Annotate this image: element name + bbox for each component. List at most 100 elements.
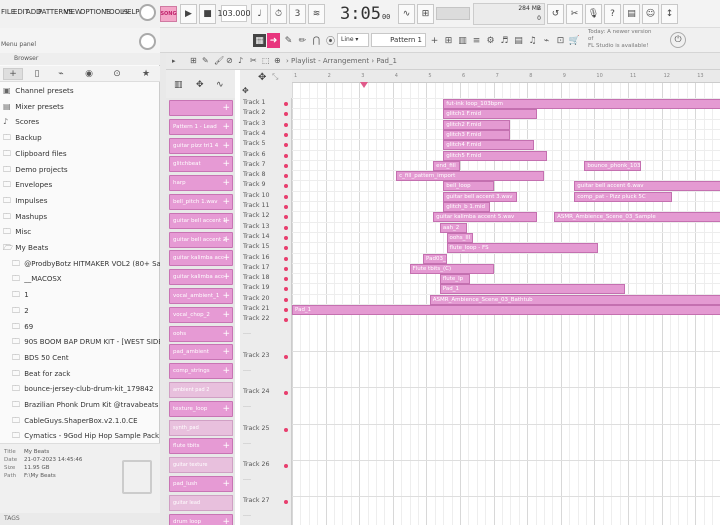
new-folder-icon[interactable]	[122, 460, 152, 494]
playlist-clip[interactable]: ASMR_Ambience_Scene_03_Bathtub	[429, 294, 720, 305]
delete-tool-icon[interactable]: ⊘	[226, 56, 233, 65]
picker-add-icon[interactable]: +	[222, 327, 230, 341]
picker-add-icon[interactable]: +	[222, 477, 230, 491]
picker-add-icon[interactable]: +	[222, 402, 230, 416]
track-label[interactable]: Track 8	[243, 171, 266, 178]
track-label[interactable]: Track 3	[243, 120, 266, 127]
playlist-active-icon[interactable]: ➜	[267, 33, 280, 48]
track-label[interactable]: Track 12	[243, 212, 270, 219]
picker-item[interactable]: guitar kalimba acc +	[169, 269, 233, 286]
mute-tool-icon[interactable]: ♪	[238, 56, 243, 65]
cursor-tool-icon[interactable]: ✥	[258, 72, 266, 83]
track-mute-dot[interactable]	[284, 163, 288, 168]
track-label[interactable]: Track 25	[243, 425, 270, 432]
playhead-marker[interactable]	[360, 82, 368, 88]
picker-item[interactable]: drum loop +	[169, 513, 233, 525]
track-label[interactable]: Track 13	[243, 223, 270, 230]
track-mute-dot[interactable]	[284, 143, 288, 148]
magnet-icon[interactable]: ⋂	[310, 34, 323, 47]
playlist-clip[interactable]: Pad_1	[439, 284, 625, 295]
picker-item[interactable]: Pattern 1 - Lead +	[169, 118, 233, 135]
picker-item[interactable]: pad_ambient +	[169, 344, 233, 361]
stack-icon[interactable]: ▤	[512, 34, 525, 47]
track-mute-dot[interactable]	[284, 205, 288, 209]
track-label[interactable]: Track 10	[243, 192, 270, 199]
wait-input-button[interactable]: ⏱	[270, 4, 287, 24]
track-mute-dot[interactable]	[284, 308, 288, 312]
track-mute-dot[interactable]	[284, 297, 288, 302]
picker-item[interactable]: guitar kalimba acc +	[169, 250, 233, 267]
track-mute-dot[interactable]	[284, 184, 288, 189]
picker-add-icon[interactable]: +	[222, 139, 230, 153]
track-mute-dot[interactable]	[284, 246, 288, 251]
track-mute-dot[interactable]	[284, 225, 288, 230]
blend-notes-button[interactable]: ≋	[308, 4, 325, 24]
picker-item[interactable]: comp_strings +	[169, 363, 233, 380]
song-mode-toggle[interactable]: SONG	[160, 6, 177, 22]
playlist-clip[interactable]: c_fill_pattern_import	[396, 171, 544, 182]
track-mute-dot[interactable]	[284, 122, 288, 127]
picker-item[interactable]: oohs +	[169, 325, 233, 342]
tab-samples[interactable]: ◉	[79, 68, 99, 80]
track-label[interactable]: Track 15	[243, 243, 270, 250]
track-mute-dot[interactable]	[284, 463, 288, 468]
feedback-button[interactable]: ☺	[642, 4, 659, 24]
tab-library[interactable]: ⊙	[107, 68, 127, 80]
track-label[interactable]: Track 21	[243, 305, 270, 312]
record-mode-button[interactable]: ∿	[398, 4, 415, 24]
picker-add-icon[interactable]: +	[222, 289, 230, 303]
track-mute-dot[interactable]	[284, 194, 288, 199]
track-label[interactable]: Track 22	[243, 315, 270, 322]
picker-item[interactable]: guitar bell accent 1 +	[169, 212, 233, 229]
track-label[interactable]: Track 2	[243, 109, 266, 116]
playlist-clip[interactable]: Pad03_TB	[423, 253, 447, 264]
track-label[interactable]: Track 5	[243, 140, 266, 147]
playlist-clip[interactable]: glitch1 F.mid	[443, 109, 538, 120]
picker-waveform-item[interactable]: guitar texture	[169, 457, 233, 474]
browser-item[interactable]: 🗀 Backup	[0, 130, 160, 145]
snap-icon[interactable]: ⊞	[190, 56, 197, 65]
track-mute-dot[interactable]	[284, 354, 288, 359]
timeline-ruler[interactable]: 1 2 3 4 5 6 7 8 9 10 11 12 13	[292, 70, 720, 83]
picker-add-icon[interactable]: +	[222, 515, 230, 525]
picker-add-icon[interactable]: +	[222, 364, 230, 378]
channel-rack-icon[interactable]: ▥	[456, 34, 469, 47]
picker-add-icon[interactable]: +	[222, 157, 230, 171]
track-mute-dot[interactable]	[284, 427, 288, 432]
picker-waveform-item[interactable]: guitar lead	[169, 494, 233, 511]
plug-icon[interactable]: ⌁	[540, 34, 553, 47]
track-label[interactable]: Track 9	[243, 181, 266, 188]
tab-favorites[interactable]: ★	[136, 68, 156, 80]
browser-item[interactable]: 🗀 Envelopes	[0, 177, 160, 192]
slice-tool-icon[interactable]: ✂	[250, 56, 257, 65]
browser-item[interactable]: ▣ Channel presets	[0, 83, 160, 98]
picker-add-icon[interactable]: +	[222, 101, 230, 115]
track-label[interactable]: Track 7	[243, 161, 266, 168]
playlist-clip[interactable]: Flute tbits_(C)	[409, 263, 494, 274]
track-label[interactable]: Track 17	[243, 264, 270, 271]
track-label[interactable]: Track 18	[243, 274, 270, 281]
playlist-clip[interactable]: guitar bell accent 3.wav	[443, 191, 518, 202]
browser-item[interactable]: 🗀 Mashups	[0, 209, 160, 224]
track-mute-dot[interactable]	[284, 215, 288, 220]
cart-icon-2[interactable]: 🛒	[568, 34, 581, 47]
track-mute-dot[interactable]	[284, 112, 288, 117]
browser-item[interactable]: 🗀 __MACOSX	[0, 271, 160, 286]
mixer-icon[interactable]: ⊞	[442, 34, 455, 47]
track-label[interactable]: Track 6	[243, 151, 266, 158]
playlist-clip[interactable]: guitar bell accent 6.wav	[574, 181, 720, 192]
tempo-display[interactable]: 103.000	[217, 5, 251, 22]
menu-arrow-icon[interactable]: ▸	[172, 57, 176, 65]
update-notice[interactable]: Today: A newer version of FL Studio is av…	[588, 29, 656, 51]
picker-waveform-item[interactable]: synth_pad	[169, 419, 233, 436]
play-button[interactable]: ▶	[180, 4, 197, 24]
picker-waveform-item[interactable]: ambient pad 2	[169, 382, 233, 398]
master-pitch-slider[interactable]	[436, 7, 470, 20]
playlist-clip[interactable]: ASMR_Ambience_Scene_03_Sample	[554, 212, 720, 223]
track-label[interactable]: Track 14	[243, 233, 270, 240]
playlist-grid[interactable]: 1 2 3 4 5 6 7 8 9 10 11 12 13 fut-ink loop_103bpm gli…	[292, 70, 720, 525]
picker-add-icon[interactable]: +	[222, 176, 230, 190]
playlist-clip[interactable]: glitch_b 1.mid	[443, 202, 491, 212]
mic-button[interactable]: 🎙	[585, 4, 602, 24]
browser-item[interactable]: 🗀 CableGuys.ShaperBox.v2.1.0.CE	[0, 413, 160, 428]
